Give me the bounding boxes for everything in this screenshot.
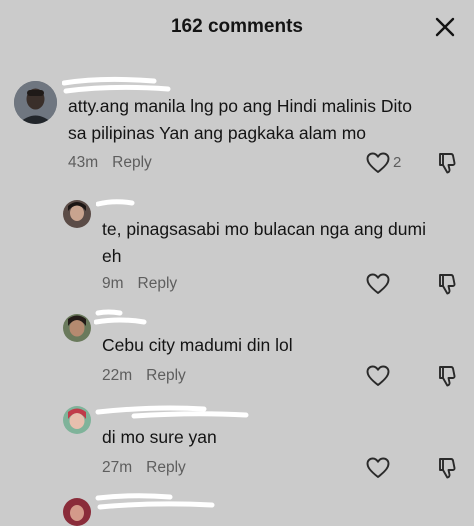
thumbs-down-icon[interactable] — [436, 364, 460, 388]
comment-time: 27m — [102, 459, 133, 476]
close-icon[interactable] — [434, 16, 456, 38]
redacted-username-scribble — [95, 405, 249, 419]
comment-text: atty.ang manila lng po ang Hindi malinis… — [68, 96, 413, 143]
comment-meta: 27m Reply — [102, 459, 186, 477]
thumbs-down-icon[interactable] — [436, 272, 460, 296]
reply-button[interactable]: Reply — [146, 367, 186, 384]
comment-time: 43m — [68, 154, 99, 171]
reply-button[interactable]: Reply — [146, 459, 186, 476]
comments-header: 162 comments — [0, 0, 474, 58]
thumbs-down-icon[interactable] — [436, 151, 460, 175]
heart-icon[interactable] — [366, 273, 390, 295]
comment-time: 22m — [102, 367, 133, 384]
redacted-username-scribble — [94, 309, 147, 325]
comment-text: di mo sure yan — [102, 427, 217, 447]
thumbs-down-icon[interactable] — [436, 456, 460, 480]
like-count: 2 — [393, 154, 402, 171]
comment-meta: 22m Reply — [102, 367, 186, 385]
avatar[interactable] — [63, 314, 91, 342]
comment-item: atty.ang manila lng po ang Hindi malinis… — [0, 75, 474, 185]
comments-count-title: 162 comments — [170, 16, 303, 37]
redacted-username-scribble — [96, 199, 135, 207]
reply-item: di mo sure yan 27m Reply — [0, 400, 474, 482]
redacted-username-scribble — [95, 493, 215, 510]
heart-icon[interactable] — [366, 152, 390, 174]
avatar[interactable] — [63, 200, 91, 228]
comment-meta: 9m Reply — [102, 275, 177, 293]
avatar[interactable] — [14, 81, 57, 124]
reply-item: te, pinagsasabi mo bulacan nga ang dumi … — [0, 196, 474, 296]
reply-item: Cebu city madumi din lol 22m Reply — [0, 308, 474, 390]
comment-time: 9m — [102, 275, 124, 292]
reply-button[interactable]: Reply — [112, 154, 152, 171]
comment-text: te, pinagsasabi mo bulacan nga ang dumi … — [102, 219, 426, 266]
reply-item — [0, 492, 474, 526]
reply-button[interactable]: Reply — [138, 275, 178, 292]
comment-meta: 43m Reply — [68, 154, 152, 172]
comment-text: Cebu city madumi din lol — [102, 335, 293, 355]
heart-icon[interactable] — [366, 457, 390, 479]
heart-icon[interactable] — [366, 365, 390, 387]
avatar[interactable] — [63, 406, 91, 434]
